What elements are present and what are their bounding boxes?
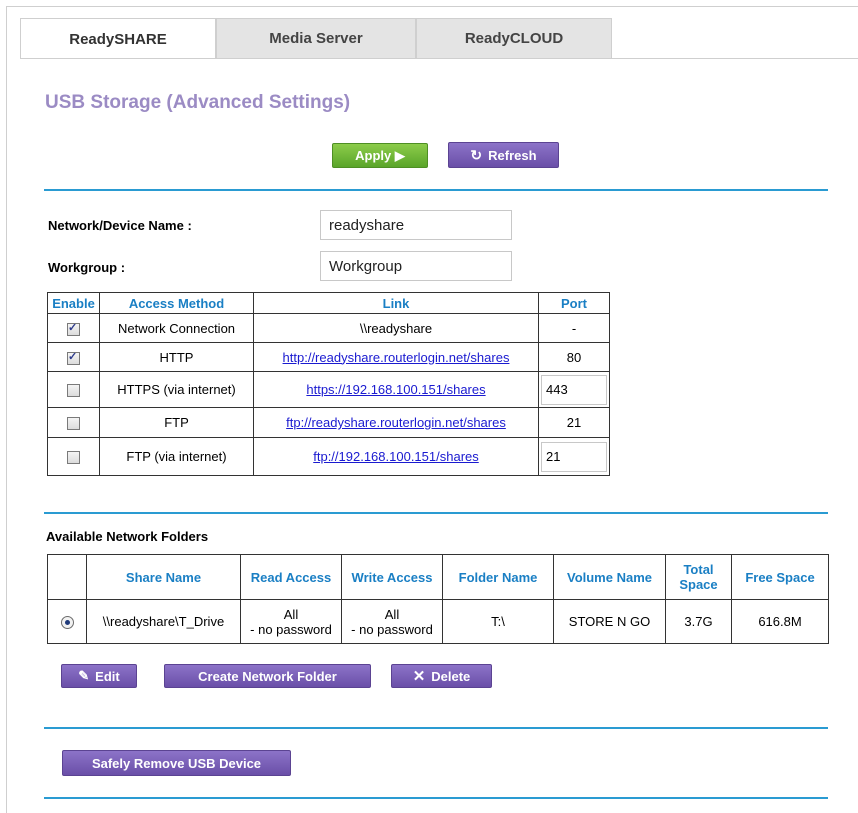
write-access-cell: All - no password: [341, 599, 443, 644]
edit-label: Edit: [95, 668, 120, 684]
header-link: Link: [253, 292, 539, 314]
access-method-cell: Network Connection: [99, 313, 254, 343]
create-folder-label: Create Network Folder: [198, 668, 337, 684]
table-row: HTTPS (via internet) https://192.168.100…: [47, 371, 610, 408]
network-folders-table: Share Name Read Access Write Access Fold…: [47, 554, 829, 644]
https-port-input[interactable]: 443: [541, 374, 607, 405]
header-select: [47, 554, 87, 600]
section-divider-4: [44, 797, 828, 799]
refresh-label: Refresh: [488, 147, 537, 163]
read-access-line1: All: [283, 606, 299, 622]
table-row: HTTP http://readyshare.routerlogin.net/s…: [47, 342, 610, 372]
refresh-button[interactable]: ↻ Refresh: [448, 142, 559, 168]
header-free-space: Free Space: [731, 554, 829, 600]
workgroup-input[interactable]: Workgroup: [320, 251, 512, 281]
https-link[interactable]: https://192.168.100.151/shares: [306, 382, 485, 397]
port-cell: 21: [538, 407, 610, 438]
workgroup-label: Workgroup :: [48, 260, 126, 275]
delete-label: Delete: [431, 668, 471, 684]
refresh-icon: ↻: [470, 146, 483, 163]
table-row: Network Connection \\readyshare -: [47, 313, 610, 343]
ftp-internet-port-input[interactable]: 21: [541, 441, 607, 472]
enable-checkbox-ftp-internet[interactable]: [67, 451, 80, 465]
enable-checkbox-https[interactable]: [67, 384, 80, 398]
share-name-cell: \\readyshare\T_Drive: [86, 599, 241, 644]
device-name-label: Network/Device Name :: [48, 218, 192, 233]
folder-name-cell: T:\: [442, 599, 554, 644]
create-network-folder-button[interactable]: Create Network Folder: [164, 664, 371, 688]
write-access-line2: - no password: [351, 621, 433, 637]
table-row: FTP ftp://readyshare.routerlogin.net/sha…: [47, 407, 610, 438]
folder-select-radio[interactable]: [60, 616, 74, 630]
tab-divider: [20, 58, 858, 59]
link-cell: \\readyshare: [253, 313, 539, 343]
safely-remove-usb-button[interactable]: Safely Remove USB Device: [62, 750, 291, 776]
available-folders-heading: Available Network Folders: [46, 529, 209, 544]
enable-checkbox-http[interactable]: [67, 350, 80, 365]
section-divider-2: [44, 512, 828, 514]
header-port: Port: [538, 292, 610, 314]
read-access-line2: - no password: [250, 621, 332, 637]
header-share-name: Share Name: [86, 554, 241, 600]
access-method-cell: FTP (via internet): [99, 437, 254, 476]
section-divider-3: [44, 727, 828, 729]
device-name-input[interactable]: readyshare: [320, 210, 512, 240]
section-divider-1: [44, 189, 828, 191]
enable-checkbox-network[interactable]: [67, 321, 80, 336]
enable-checkbox-ftp[interactable]: [67, 417, 80, 431]
header-volume-name: Volume Name: [553, 554, 666, 600]
delete-button[interactable]: ✕ Delete: [391, 664, 492, 688]
apply-label: Apply ▶: [355, 147, 405, 163]
ftp-link[interactable]: ftp://readyshare.routerlogin.net/shares: [286, 415, 506, 430]
page-title: USB Storage (Advanced Settings): [45, 92, 351, 113]
access-method-cell: HTTP: [99, 342, 254, 372]
header-write-access: Write Access: [341, 554, 443, 600]
close-icon: ✕: [412, 668, 426, 685]
port-cell: 80: [538, 342, 610, 372]
edit-button[interactable]: ✎ Edit: [61, 664, 137, 688]
http-link[interactable]: http://readyshare.routerlogin.net/shares: [283, 350, 510, 365]
apply-button[interactable]: Apply ▶: [332, 143, 428, 168]
ftp-internet-link[interactable]: ftp://192.168.100.151/shares: [313, 449, 479, 464]
access-method-table: Enable Access Method Link Port Network C…: [47, 292, 610, 476]
header-access-method: Access Method: [99, 292, 254, 314]
tab-readyshare[interactable]: ReadySHARE: [20, 18, 216, 59]
total-space-cell: 3.7G: [665, 599, 732, 644]
access-method-cell: FTP: [99, 407, 254, 438]
access-method-cell: HTTPS (via internet): [99, 371, 254, 408]
table-row: \\readyshare\T_Drive All - no password Al…: [47, 599, 829, 644]
header-enable: Enable: [47, 292, 100, 314]
tab-readycloud[interactable]: ReadyCLOUD: [416, 18, 612, 58]
header-folder-name: Folder Name: [442, 554, 554, 600]
pencil-icon: ✎: [78, 668, 90, 683]
safely-remove-label: Safely Remove USB Device: [91, 755, 262, 771]
read-access-cell: All - no password: [240, 599, 342, 644]
port-cell: -: [538, 313, 610, 343]
header-read-access: Read Access: [240, 554, 342, 600]
free-space-cell: 616.8M: [731, 599, 829, 644]
tab-media-server[interactable]: Media Server: [216, 18, 416, 58]
volume-name-cell: STORE N GO: [553, 599, 666, 644]
header-total-space: Total Space: [665, 554, 732, 600]
table-row: FTP (via internet) ftp://192.168.100.151…: [47, 437, 610, 476]
write-access-line1: All: [384, 606, 400, 622]
